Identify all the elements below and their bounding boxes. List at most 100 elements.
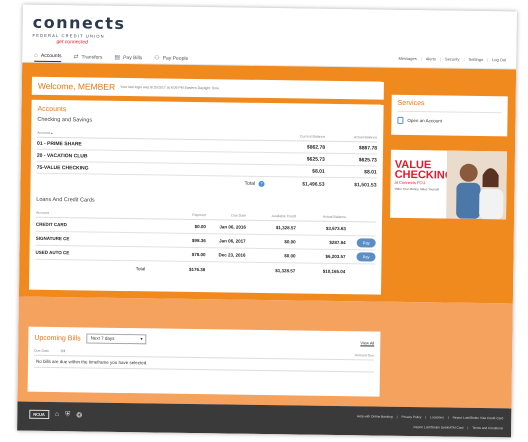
people-icon: ⚇ [154,55,160,62]
available-balance: $8.01 [364,168,377,176]
pay-button[interactable]: Pay [356,238,376,248]
open-account-label: Open an Account [407,117,442,124]
tab-label: Pay People [162,55,189,62]
col-account: Account [36,210,49,215]
loan-name[interactable]: USED AUTO CE [36,250,166,257]
col-available: Actual Balance [353,135,378,140]
footer: NCUA ⌂ ⛨ ❂ Help with Online Banking | Pri… [17,401,512,438]
promo-headline: VALUE CHECKING [394,158,454,182]
upcoming-bills-panel: Upcoming Bills Next 7 days ▾ View All Du… [27,326,381,397]
link-messages[interactable]: Messages [398,56,416,61]
seal-icon: ❂ [76,411,83,419]
services-title: Services [397,99,502,114]
value-checking-promo[interactable]: VALUE CHECKING at Connects FCU Value You… [390,149,507,220]
loan-payment: $0.00 [194,223,206,230]
col-due-date: Due Date [34,348,49,353]
loan-due: Jan 06, 2016 [219,224,246,230]
info-icon[interactable]: ? [258,180,265,187]
loan-name[interactable]: CREDIT CARD [36,222,166,229]
chevron-down-icon: ▾ [140,336,143,342]
account-name[interactable]: 75-VALUE CHECKING [37,164,273,173]
loan-payment: $98.36 [191,237,206,244]
current-balance: $625.73 [306,156,325,163]
page-frame: connects FEDERAL CREDIT UNION get connec… [17,4,517,438]
link-logout[interactable]: Log Out [492,57,506,62]
bills-icon: ▤ [114,54,121,61]
total-current: $1,496.53 [302,180,325,188]
tab-label: Pay Bills [123,54,143,61]
ncua-logo: NCUA [29,409,49,419]
logo[interactable]: connects FEDERAL CREDIT UNION get connec… [32,12,126,46]
header: connects FEDERAL CREDIT UNION get connec… [22,4,517,70]
loan-balance: $287.84 [329,239,346,246]
view-all-link[interactable]: View All [360,340,374,345]
equal-housing-icon: ⌂ [54,411,60,419]
loan-available: $1,328.57 [275,225,296,231]
current-balance: $8.01 [312,168,325,175]
promo-tagline: Value Your Money. Value Yourself. [394,186,440,192]
promo-people-image [446,150,507,220]
link-security[interactable]: Security [445,56,460,61]
total-actual-balance: $10,165.04 [322,268,346,274]
col-actual-balance: Actual Balance [322,214,347,220]
top-links: Messages | Alerts | Security | Settings | Lo… [398,55,507,63]
tab-label: Accounts [40,52,62,60]
footer-links-row2: Report Lost/Stolen Debit/ATM Card | Terms… [413,425,504,431]
shield-icon: ⛨ [65,410,71,418]
footer-link[interactable]: Report Lost/Stolen Debit/ATM Card [414,425,464,430]
col-amount-due: Amount Due [354,353,375,358]
loan-due: Dec 23, 2016 [218,252,246,258]
tab-accounts[interactable]: ⌂ Accounts [34,52,62,63]
footer-link[interactable]: Privacy Policy [401,415,421,419]
footer-link[interactable]: Locations [430,415,444,419]
tab-transfers[interactable]: ⇄ Transfers [73,53,102,62]
footer-link[interactable]: Help with Online Banking [357,414,393,418]
timeframe-select[interactable]: Next 7 days ▾ [86,333,147,345]
loan-name[interactable]: SIGNATURE CE [36,236,166,243]
col-available-credit: Available Credit [271,214,297,219]
footer-link[interactable]: Terms and Conditions [472,426,503,430]
col-bill: Bill [60,349,66,354]
accounts-panel: Accounts Checking and Savings Account ▴ … [29,99,384,295]
loan-due: Jan 06, 2017 [219,238,246,244]
loan-balance: $3,673.63 [325,225,346,232]
col-account[interactable]: Account ▴ [37,131,273,138]
document-icon [397,116,404,124]
total-label-wrap: Total ? [37,177,273,187]
footer-logos: NCUA ⌂ ⛨ ❂ [29,409,83,420]
logo-subtitle: FEDERAL CREDIT UNION [32,32,105,39]
link-alerts[interactable]: Alerts [426,56,436,61]
tab-label: Transfers [81,53,103,61]
account-name[interactable]: 20 - VACATION CLUB [37,152,273,161]
footer-links-row1: Help with Online Banking | Privacy Policy… [357,414,504,421]
total-available-credit: $1,328.57 [275,267,296,273]
accounts-title: Accounts [37,105,67,114]
logo-name: connects [32,12,126,34]
open-account-link[interactable]: Open an Account [397,116,501,125]
link-settings[interactable]: Settings [469,57,484,62]
loan-balance: $6,203.57 [325,253,346,260]
tab-pay-people[interactable]: ⚇ Pay People [154,54,188,63]
checking-savings-title: Checking and Savings [37,116,93,124]
welcome-title: Welcome, MEMBER [37,80,116,92]
logo-tagline: get connected [56,39,88,46]
arrows-icon: ⇄ [73,54,79,61]
tab-pay-bills[interactable]: ▤ Pay Bills [114,54,142,63]
timeframe-value: Next 7 days [90,335,115,341]
loan-payment: $78.00 [191,251,206,258]
total-payment: $176.36 [189,266,206,272]
bills-title: Upcoming Bills [34,334,81,342]
loans-title: Loans And Credit Cards [36,196,95,204]
current-balance: $862.78 [306,144,326,151]
footer-link[interactable]: Report Lost/Stolen Visa Credit Card [453,416,504,421]
available-balance: $625.73 [358,156,377,164]
loan-available: $0.00 [284,239,296,245]
pay-button[interactable]: Pay [356,252,376,262]
available-balance: $867.78 [358,144,378,152]
last-login-note: Your last login was 9/15/2017 at 8:09 PM… [120,84,220,91]
bills-toolbar: Upcoming Bills Next 7 days ▾ View All [34,333,374,348]
account-name[interactable]: 01 - PRIME SHARE [37,140,273,149]
total-label: Total [244,180,256,187]
col-current: Current Balance [299,134,326,139]
services-panel: Services Open an Account [391,94,508,137]
